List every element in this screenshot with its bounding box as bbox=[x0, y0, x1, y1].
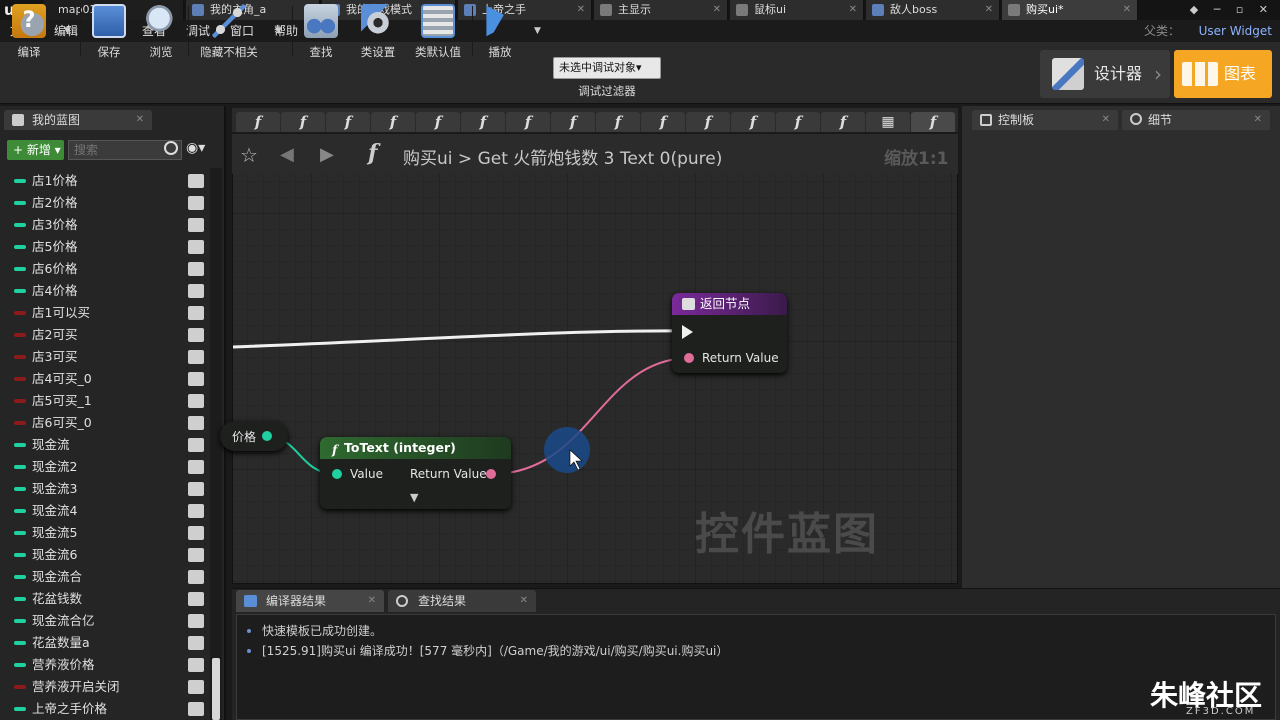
log-bullet-icon bbox=[247, 629, 251, 633]
close-icon[interactable]: ✕ bbox=[1102, 110, 1110, 130]
close-icon[interactable]: ✕ bbox=[368, 590, 376, 612]
palette-icon bbox=[980, 114, 992, 126]
variable-get-label: 价格 bbox=[232, 430, 257, 444]
close-icon[interactable]: ✕ bbox=[1254, 110, 1262, 130]
value-input-label: Value bbox=[350, 467, 383, 481]
function-icon: f bbox=[332, 442, 338, 457]
return-value-output-label: Return Value bbox=[410, 467, 487, 481]
compiler-log bbox=[236, 614, 1276, 720]
expand-node-chevron-icon[interactable]: ▼ bbox=[410, 491, 418, 504]
return-value-input-pin[interactable] bbox=[684, 353, 694, 363]
find-results-tab[interactable]: 查找结果 ✕ bbox=[388, 590, 536, 612]
close-icon[interactable]: ✕ bbox=[520, 590, 528, 612]
totext-node[interactable]: f ToText (integer) Value Return Value ▼ bbox=[320, 437, 511, 509]
details-magnifier-icon bbox=[1130, 113, 1142, 125]
return-node-icon bbox=[682, 298, 695, 310]
variable-get-node[interactable]: 价格 bbox=[220, 421, 288, 451]
exec-input-pin[interactable] bbox=[682, 325, 693, 339]
palette-tab[interactable]: 控制板 ✕ bbox=[972, 110, 1118, 130]
compiler-results-tab[interactable]: 编译器结果 ✕ bbox=[236, 590, 384, 612]
text-wire bbox=[495, 357, 687, 475]
brand-site: ZF3D.COM bbox=[1186, 706, 1256, 717]
value-input-pin[interactable] bbox=[332, 469, 342, 479]
compiler-icon bbox=[244, 595, 257, 607]
log-bullet-icon bbox=[247, 649, 251, 653]
details-tab[interactable]: 细节 ✕ bbox=[1122, 110, 1270, 130]
return-value-input-label: Return Value bbox=[702, 351, 779, 365]
totext-node-header: f ToText (integer) bbox=[320, 437, 511, 459]
return-node-header: 返回节点 bbox=[672, 293, 787, 315]
reroute-highlight bbox=[544, 427, 590, 473]
return-value-output-pin[interactable] bbox=[486, 469, 496, 479]
return-node[interactable]: 返回节点 Return Value bbox=[672, 293, 787, 373]
log-line: 快速模板已成功创建。 bbox=[262, 624, 383, 638]
variable-output-pin[interactable] bbox=[262, 431, 272, 441]
exec-wire bbox=[232, 329, 687, 349]
find-binoculars-icon bbox=[396, 595, 408, 607]
log-line: [1525.91]购买ui 编译成功！[577 毫秒内]（/Game/我的游戏/… bbox=[262, 644, 729, 658]
